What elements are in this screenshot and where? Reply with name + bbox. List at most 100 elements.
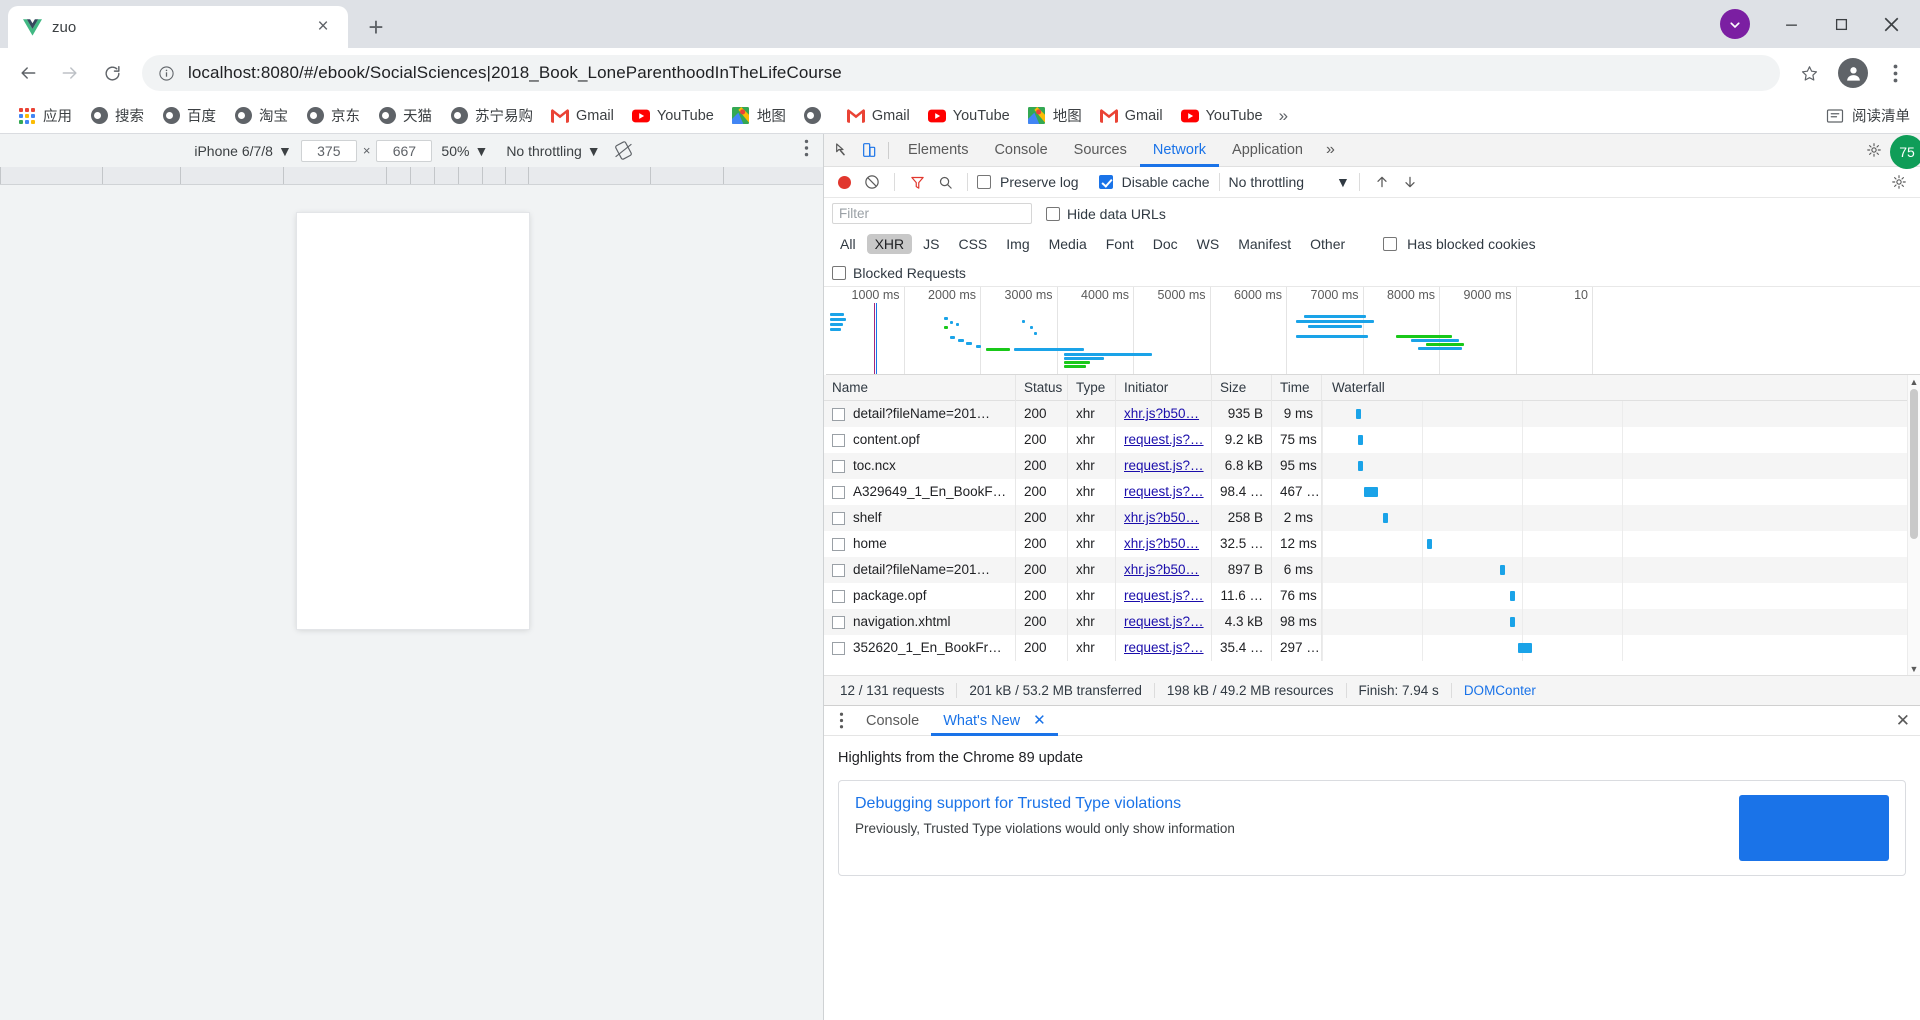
record-button-icon[interactable] — [838, 175, 851, 189]
row-checkbox[interactable] — [832, 407, 845, 421]
blocked-requests-label[interactable]: Blocked Requests — [853, 265, 966, 281]
type-filter-doc[interactable]: Doc — [1145, 234, 1186, 254]
row-checkbox[interactable] — [832, 485, 845, 499]
column-header-type[interactable]: Type — [1068, 375, 1116, 401]
request-name-cell[interactable]: content.opf — [824, 427, 1016, 453]
bookmark-item-jd[interactable]: 京东 — [298, 101, 368, 130]
request-initiator-link[interactable]: xhr.js?b50… — [1116, 531, 1212, 557]
profile-badge-icon[interactable] — [1720, 9, 1750, 39]
gear-icon[interactable] — [1860, 137, 1887, 164]
tab-console[interactable]: Console — [981, 134, 1060, 167]
bookmark-item-globe-2[interactable] — [796, 103, 837, 129]
back-arrow-icon[interactable] — [10, 55, 46, 91]
type-filter-css[interactable]: CSS — [950, 234, 995, 254]
network-settings-gear-icon[interactable] — [1886, 169, 1912, 195]
tab-sources[interactable]: Sources — [1061, 134, 1140, 167]
search-icon[interactable] — [932, 169, 958, 195]
table-row[interactable]: detail?fileName=201… 200 xhr xhr.js?b50… 935… — [824, 401, 1920, 427]
row-checkbox[interactable] — [832, 641, 845, 655]
close-icon[interactable]: × — [312, 16, 334, 38]
table-row[interactable]: shelf 200 xhr xhr.js?b50… 258 B2 ms — [824, 505, 1920, 531]
table-row[interactable]: detail?fileName=201… 200 xhr xhr.js?b50… 897… — [824, 557, 1920, 583]
bookmark-item-youtube-3[interactable]: YouTube — [1173, 103, 1271, 129]
rotate-device-icon[interactable] — [610, 137, 638, 165]
filter-input[interactable]: Filter — [832, 203, 1032, 224]
type-filter-ws[interactable]: WS — [1189, 234, 1228, 254]
row-checkbox[interactable] — [832, 459, 845, 473]
hide-data-urls-label[interactable]: Hide data URLs — [1067, 206, 1166, 222]
whats-new-card-title[interactable]: Debugging support for Trusted Type viola… — [855, 795, 1725, 813]
request-name-cell[interactable]: navigation.xhtml — [824, 609, 1016, 635]
bookmark-item-maps-2[interactable]: 地图 — [1020, 101, 1090, 130]
drawer-menu-icon[interactable] — [828, 708, 854, 734]
close-window-button[interactable] — [1868, 3, 1914, 45]
column-header-waterfall[interactable]: Waterfall — [1322, 375, 1920, 401]
type-filter-xhr[interactable]: XHR — [866, 234, 913, 254]
close-icon[interactable]: ✕ — [1033, 712, 1046, 729]
close-drawer-icon[interactable]: ✕ — [1896, 711, 1910, 731]
column-header-time[interactable]: Time — [1272, 375, 1322, 401]
throttling-selector[interactable]: No throttling ▼ — [497, 143, 609, 159]
row-checkbox[interactable] — [832, 563, 845, 577]
bookmark-item-taobao[interactable]: 淘宝 — [226, 101, 296, 130]
request-initiator-link[interactable]: request.js?… — [1116, 427, 1212, 453]
row-checkbox[interactable] — [832, 537, 845, 551]
has-blocked-cookies-checkbox[interactable] — [1383, 237, 1398, 251]
type-filter-js[interactable]: JS — [915, 234, 947, 254]
type-filter-other[interactable]: Other — [1302, 234, 1353, 254]
request-initiator-link[interactable]: request.js?… — [1116, 479, 1212, 505]
request-initiator-link[interactable]: xhr.js?b50… — [1116, 505, 1212, 531]
status-badge[interactable]: 75 — [1890, 134, 1920, 169]
zoom-selector[interactable]: 50% ▼ — [432, 143, 497, 159]
bookmark-item-youtube-2[interactable]: YouTube — [920, 103, 1018, 129]
inspect-element-icon[interactable] — [828, 137, 855, 164]
request-name-cell[interactable]: home — [824, 531, 1016, 557]
reading-list-button[interactable]: 阅读清单 — [1826, 105, 1910, 126]
tab-application[interactable]: Application — [1219, 134, 1316, 167]
column-header-size[interactable]: Size — [1212, 375, 1272, 401]
request-name-cell[interactable]: detail?fileName=201… — [824, 557, 1016, 583]
request-initiator-link[interactable]: xhr.js?b50… — [1116, 401, 1212, 427]
row-checkbox[interactable] — [832, 433, 845, 447]
hide-data-urls-checkbox[interactable] — [1046, 206, 1060, 221]
scrollbar-thumb[interactable] — [1910, 389, 1918, 539]
emulated-viewport[interactable] — [0, 185, 823, 1020]
address-bar[interactable]: localhost:8080/#/ebook/SocialSciences|20… — [142, 55, 1780, 91]
request-initiator-link[interactable]: request.js?… — [1116, 635, 1212, 661]
type-filter-img[interactable]: Img — [998, 234, 1037, 254]
column-header-name[interactable]: Name — [824, 375, 1016, 401]
scroll-down-icon[interactable]: ▼ — [1908, 662, 1920, 675]
drawer-tab-console[interactable]: Console — [854, 706, 931, 736]
request-initiator-link[interactable]: xhr.js?b50… — [1116, 557, 1212, 583]
more-tabs-icon[interactable]: » — [1316, 141, 1345, 159]
type-filter-all[interactable]: All — [832, 234, 864, 254]
request-name-cell[interactable]: A329649_1_En_BookF… — [824, 479, 1016, 505]
info-circle-icon[interactable] — [156, 63, 176, 83]
forward-arrow-icon[interactable] — [52, 55, 88, 91]
disable-cache-checkbox[interactable] — [1098, 175, 1113, 189]
toggle-device-toolbar-icon[interactable] — [855, 137, 882, 164]
type-filter-font[interactable]: Font — [1098, 234, 1142, 254]
bookmark-item-gmail-1[interactable]: Gmail — [543, 103, 622, 129]
tab-network[interactable]: Network — [1140, 134, 1219, 167]
clear-network-log-icon[interactable] — [859, 169, 885, 195]
tab-elements[interactable]: Elements — [895, 134, 981, 167]
type-filter-media[interactable]: Media — [1041, 234, 1095, 254]
row-checkbox[interactable] — [832, 511, 845, 525]
bookmark-item-youtube-1[interactable]: YouTube — [624, 103, 722, 129]
preserve-log-checkbox[interactable] — [977, 175, 991, 189]
bookmark-item-baidu[interactable]: 百度 — [154, 101, 224, 130]
request-name-cell[interactable]: shelf — [824, 505, 1016, 531]
row-checkbox[interactable] — [832, 589, 845, 603]
table-row[interactable]: A329649_1_En_BookF… 200 xhr request.js?… 98.… — [824, 479, 1920, 505]
table-row[interactable]: content.opf 200 xhr request.js?… 9.2 kB 75 ms — [824, 427, 1920, 453]
disable-cache-label[interactable]: Disable cache — [1122, 174, 1210, 190]
export-har-icon[interactable] — [1397, 169, 1423, 195]
maximize-button[interactable] — [1818, 3, 1864, 45]
table-row[interactable]: navigation.xhtml 200 xhr request.js?… 4.3 kB… — [824, 609, 1920, 635]
device-selector[interactable]: iPhone 6/7/8 ▼ — [185, 143, 300, 159]
minimize-button[interactable] — [1768, 3, 1814, 45]
request-name-cell[interactable]: package.opf — [824, 583, 1016, 609]
request-initiator-link[interactable]: request.js?… — [1116, 453, 1212, 479]
whats-new-card[interactable]: Debugging support for Trusted Type viola… — [838, 780, 1906, 876]
